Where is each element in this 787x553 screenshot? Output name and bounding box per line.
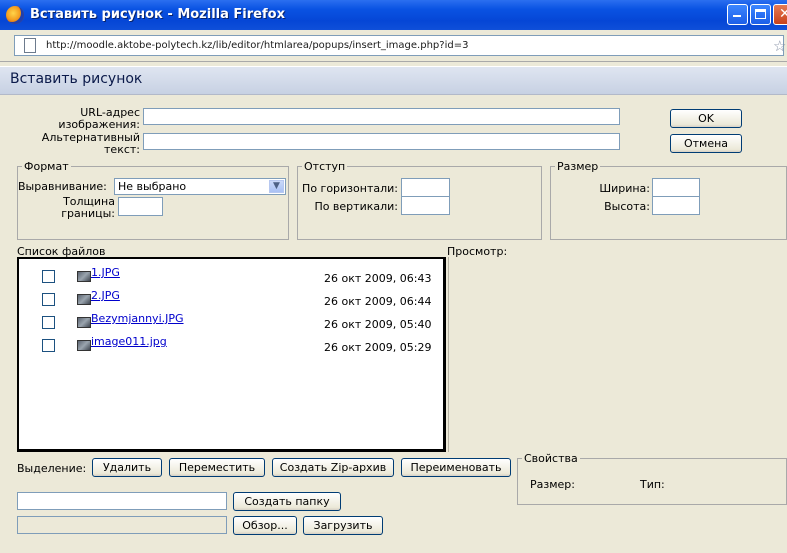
page-icon [24,38,36,53]
close-icon: ✕ [779,6,787,22]
maximize-icon [755,9,766,19]
height-label: Высота: [604,200,650,213]
minimize-icon [733,15,741,17]
file-link[interactable]: 1.JPG [91,266,120,279]
dialog-title: Вставить рисунок [10,71,143,87]
image-file-icon [77,271,91,282]
file-link[interactable]: image011.jpg [91,335,167,348]
new-folder-input[interactable] [17,492,227,510]
create-zip-button[interactable]: Создать Zip-архив [272,458,394,477]
file-date: 26 окт 2009, 06:44 [324,295,432,308]
file-date: 26 окт 2009, 06:43 [324,272,432,285]
align-select-value: Не выбрано [118,180,187,193]
image-url-input[interactable] [143,108,620,125]
window-title: Вставить рисунок - Mozilla Firefox [30,7,285,22]
height-input[interactable] [652,196,700,215]
file-row: 1.JPG 26 окт 2009, 06:43 [19,266,443,286]
file-link[interactable]: Bezymjannyi.JPG [91,312,184,325]
delete-button[interactable]: Удалить [92,458,162,477]
url-text: http://moodle.aktobe-polytech.kz/lib/edi… [46,40,469,51]
file-link[interactable]: 2.JPG [91,289,120,302]
spacing-legend: Отступ [304,160,346,173]
image-file-icon [77,294,91,305]
minimize-button[interactable] [727,4,748,25]
alt-text-input[interactable] [143,133,620,150]
upload-button[interactable]: Загрузить [303,516,383,535]
border-width-input[interactable] [118,197,163,216]
alt-label-line2: текст: [104,143,140,156]
bookmark-star-icon[interactable]: ☆ [773,37,786,55]
file-row: image011.jpg 26 окт 2009, 05:29 [19,335,443,355]
properties-type-label: Тип: [640,478,665,491]
url-label-line2: изображения: [58,118,140,131]
create-folder-button[interactable]: Создать папку [233,492,341,511]
properties-legend: Свойства [524,452,578,465]
file-date: 26 окт 2009, 05:29 [324,341,432,354]
chevron-down-icon: ▼ [269,180,284,193]
file-checkbox[interactable] [42,293,55,306]
file-checkbox[interactable] [42,339,55,352]
rename-button[interactable]: Переименовать [401,458,511,477]
file-list: 1.JPG 26 окт 2009, 06:43 2.JPG 26 окт 20… [17,257,446,452]
file-row: Bezymjannyi.JPG 26 окт 2009, 05:40 [19,312,443,332]
close-button[interactable]: ✕ [773,4,787,25]
vertical-spacing-label: По вертикали: [314,200,398,213]
browse-button[interactable]: Обзор... [233,516,297,535]
file-row: 2.JPG 26 окт 2009, 06:44 [19,289,443,309]
border-label-line2: границы: [61,207,115,220]
firefox-icon [6,6,24,24]
vertical-spacing-input[interactable] [401,196,450,215]
preview-pane [448,257,787,452]
move-button[interactable]: Переместить [169,458,265,477]
horizontal-spacing-input[interactable] [401,178,450,197]
cancel-button[interactable]: Отмена [670,134,742,153]
file-date: 26 окт 2009, 05:40 [324,318,432,331]
width-input[interactable] [652,178,700,197]
image-file-icon [77,317,91,328]
align-select[interactable]: Не выбрано ▼ [114,178,286,195]
format-legend: Формат [24,160,69,173]
image-file-icon [77,340,91,351]
align-label: Выравнивание: [18,180,107,193]
maximize-button[interactable] [750,4,771,25]
size-legend: Размер [557,160,599,173]
selection-label: Выделение: [17,462,87,475]
file-checkbox[interactable] [42,270,55,283]
width-label: Ширина: [599,182,650,195]
file-checkbox[interactable] [42,316,55,329]
horizontal-spacing-label: По горизонтали: [302,182,398,195]
properties-size-label: Размер: [530,478,575,491]
upload-file-path-input[interactable] [17,516,227,534]
ok-button[interactable]: OK [670,109,742,128]
